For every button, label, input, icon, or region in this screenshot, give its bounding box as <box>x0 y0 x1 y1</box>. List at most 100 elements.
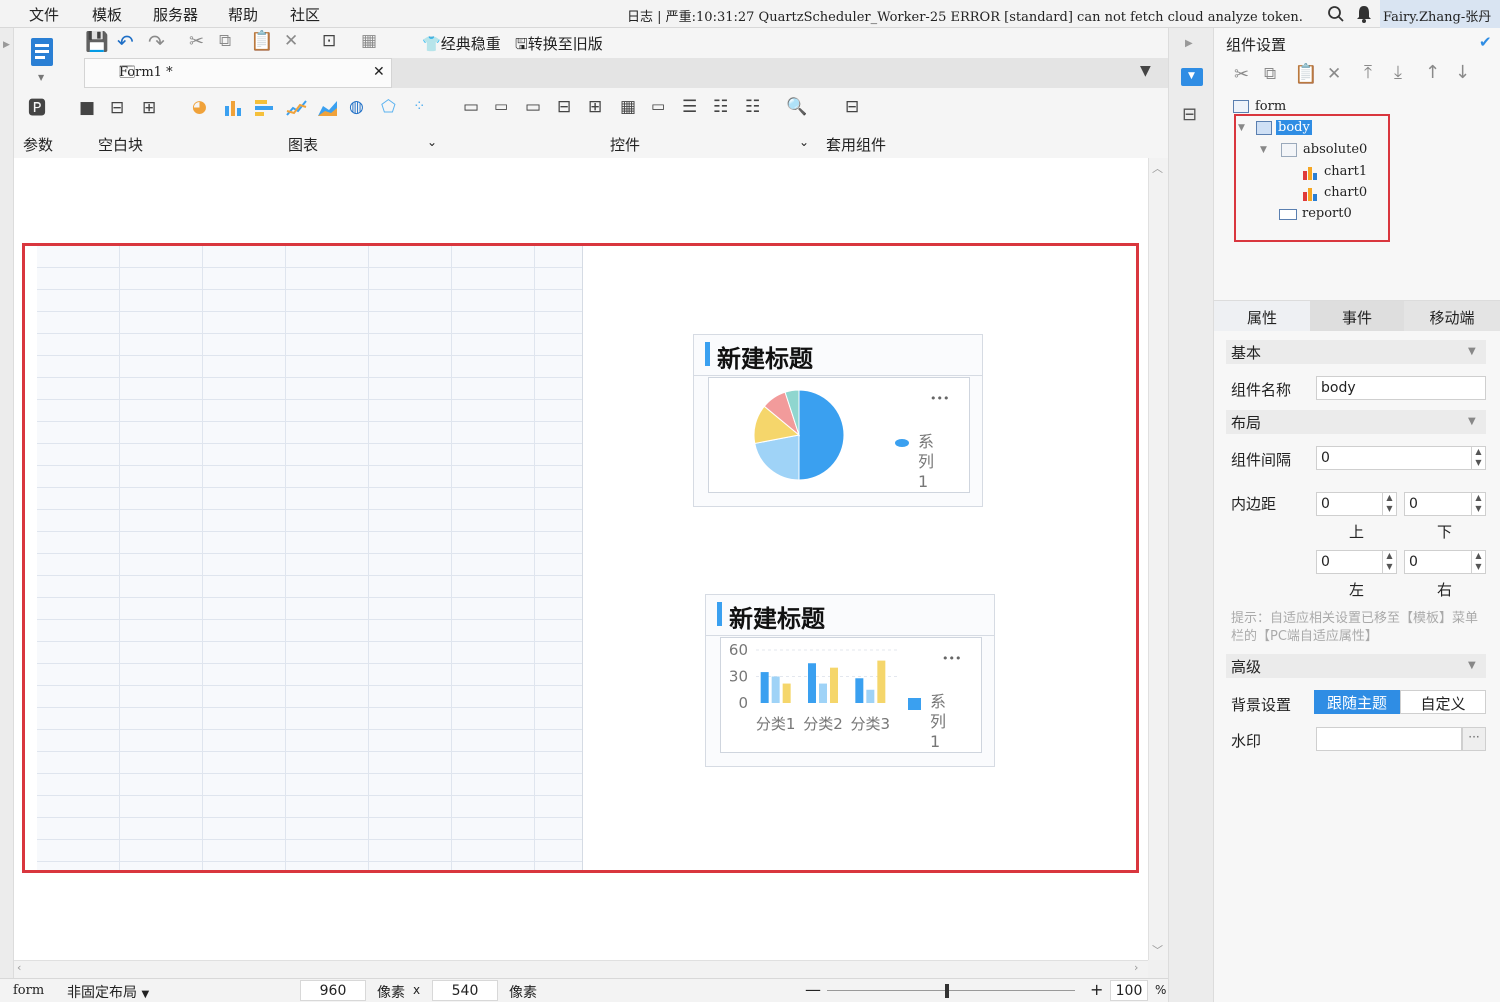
height-input[interactable]: 540 <box>432 980 498 1001</box>
tree-node-absolute0[interactable]: absolute0 <box>1303 142 1367 157</box>
tab-events[interactable]: 事件 <box>1310 301 1404 331</box>
bar-more-icon[interactable]: ••• <box>942 652 961 665</box>
checkbox-group-icon[interactable]: ☷ <box>745 99 760 116</box>
param-widget-icon[interactable]: 🅿 <box>28 100 46 118</box>
textarea-control-icon[interactable]: ☰ <box>682 99 697 116</box>
radio-group-icon[interactable]: ☷ <box>713 99 728 116</box>
tree-cut-icon[interactable]: ✂ <box>1234 66 1249 84</box>
delete-icon[interactable]: ✕ <box>284 33 298 50</box>
pad-right-stepper[interactable]: ▲ ▼ <box>1471 550 1485 574</box>
move-bottom-icon[interactable]: ⤓ <box>1394 64 1402 82</box>
chart-group-expand-icon[interactable]: ⌄ <box>427 135 437 149</box>
section-layout[interactable]: 布局 ▼ <box>1226 410 1486 434</box>
tree-node-chart0[interactable]: chart0 <box>1324 185 1367 200</box>
template-icon[interactable] <box>28 34 58 74</box>
expand-icon[interactable]: ▶ <box>3 40 10 50</box>
menu-file[interactable]: 文件 <box>29 4 59 25</box>
move-down-icon[interactable]: ↓ <box>1455 64 1470 82</box>
text-control-icon[interactable]: ▭ <box>463 99 479 116</box>
tree-node-report0[interactable]: report0 <box>1302 206 1352 221</box>
column-bar-icon[interactable] <box>254 98 276 118</box>
watermark-more-button[interactable]: ··· <box>1462 727 1486 751</box>
scroll-right-icon[interactable]: › <box>1134 961 1138 974</box>
text-box-icon[interactable]: ⊡ <box>322 33 336 50</box>
pad-bottom-input[interactable]: 0 ▲ ▼ <box>1404 492 1486 516</box>
tab-mobile[interactable]: 移动端 <box>1404 301 1500 331</box>
tree-node-body[interactable]: body <box>1276 120 1312 135</box>
number-control-icon[interactable]: ▭ <box>651 99 665 114</box>
bar-chart-icon[interactable] <box>223 98 245 118</box>
save-icon[interactable]: 💾 <box>85 33 109 52</box>
scatter-chart-icon[interactable]: ⁘ <box>413 99 426 114</box>
section-basic[interactable]: 基本 ▼ <box>1226 340 1486 364</box>
tree-node-form[interactable]: form <box>1255 99 1286 114</box>
button-control-icon[interactable]: ▭ <box>525 99 541 116</box>
zoom-slider-track[interactable] <box>827 990 1075 991</box>
horizontal-scrollbar[interactable]: ‹ › <box>14 960 1148 978</box>
line-chart-icon[interactable] <box>286 98 308 118</box>
pad-right-input[interactable]: 0 ▲ ▼ <box>1404 550 1486 574</box>
pad-top-input[interactable]: 0 ▲ ▼ <box>1316 492 1397 516</box>
cut-icon[interactable]: ✂ <box>189 33 204 51</box>
area-chart-icon[interactable] <box>317 98 339 118</box>
menu-server[interactable]: 服务器 <box>153 4 198 25</box>
move-top-icon[interactable]: ⤒ <box>1364 64 1372 82</box>
tree-delete-icon[interactable]: ✕ <box>1327 66 1341 83</box>
log-message[interactable]: 日志 | 严重:10:31:27 QuartzScheduler_Worker-… <box>627 6 1303 25</box>
menu-community[interactable]: 社区 <box>290 4 320 25</box>
scroll-down-icon[interactable]: ﹀ <box>1152 942 1163 958</box>
layout-select[interactable]: 非固定布局 ▼ <box>67 982 149 1002</box>
pad-bottom-stepper[interactable]: ▲ ▼ <box>1471 492 1485 516</box>
blank-block-icon[interactable]: ■ <box>79 100 95 117</box>
left-collapse-strip[interactable]: ▶ <box>0 28 14 1002</box>
radar-chart-icon[interactable]: ⬠ <box>381 99 396 116</box>
menu-help[interactable]: 帮助 <box>228 4 258 25</box>
watermark-input[interactable] <box>1316 727 1462 751</box>
tree-node-chart1[interactable]: chart1 <box>1324 164 1367 179</box>
section-advanced[interactable]: 高级 ▼ <box>1226 654 1486 678</box>
scroll-left-icon[interactable]: ‹ <box>17 961 21 974</box>
pad-top-stepper[interactable]: ▲ ▼ <box>1382 492 1396 516</box>
calendar-control-icon[interactable]: ▦ <box>620 99 636 116</box>
date-control-icon[interactable]: ⊞ <box>588 99 602 116</box>
menu-template[interactable]: 模板 <box>92 4 122 25</box>
width-input[interactable]: 960 <box>300 980 366 1001</box>
zoom-out-icon[interactable]: — <box>805 980 821 999</box>
classic-theme-button[interactable]: 👕经典稳重 <box>422 33 501 54</box>
bg-follow-theme-button[interactable]: 跟随主题 <box>1314 690 1400 714</box>
pie-more-icon[interactable]: ••• <box>930 392 949 405</box>
zoom-in-icon[interactable]: + <box>1090 980 1103 999</box>
tree-expand-absolute-icon[interactable]: ▼ <box>1260 145 1267 155</box>
widget-library-tab-icon[interactable]: ⊟ <box>1182 104 1197 125</box>
dropdown-control-icon[interactable]: ⊟ <box>557 99 571 116</box>
label-control-icon[interactable]: ▭ <box>494 99 508 114</box>
scroll-up-icon[interactable]: ︿ <box>1152 160 1163 176</box>
controls-group-expand-icon[interactable]: ⌄ <box>799 135 809 149</box>
gap-input[interactable]: 0 ▲ ▼ <box>1316 446 1486 470</box>
name-input[interactable]: body <box>1316 376 1486 400</box>
tree-expand-body-icon[interactable]: ▼ <box>1238 123 1245 133</box>
theme-icon[interactable]: ▦ <box>361 33 377 50</box>
report-grid[interactable] <box>37 246 583 870</box>
bell-icon[interactable] <box>1356 5 1372 23</box>
template-dropdown-icon[interactable]: ▼ <box>38 73 44 82</box>
close-tab-icon[interactable]: ✕ <box>373 64 385 80</box>
search-icon[interactable] <box>1327 5 1345 23</box>
component-settings-tab-icon[interactable]: ▼ <box>1181 68 1203 86</box>
pie-chart-icon[interactable]: ◕ <box>192 99 207 116</box>
bg-custom-button[interactable]: 自定义 <box>1400 690 1486 714</box>
copy-icon[interactable]: ⧉ <box>219 33 231 50</box>
vertical-scrollbar[interactable]: ︿ ﹀ <box>1148 158 1168 960</box>
tab-properties[interactable]: 属性 <box>1214 301 1310 331</box>
move-up-icon[interactable]: ↑ <box>1425 64 1440 82</box>
pad-left-input[interactable]: 0 ▲ ▼ <box>1316 550 1397 574</box>
user-name[interactable]: Fairy.Zhang-张丹 <box>1380 0 1500 28</box>
zoom-slider-thumb[interactable] <box>945 984 949 998</box>
undo-icon[interactable]: ↶ <box>117 32 134 52</box>
zoom-input[interactable]: 100 <box>1110 980 1148 1001</box>
tree-paste-icon[interactable]: 📋 <box>1294 65 1318 84</box>
pad-left-stepper[interactable]: ▲ ▼ <box>1382 550 1396 574</box>
paste-icon[interactable]: 📋 <box>250 32 274 51</box>
tab-block-icon[interactable]: ⊞ <box>142 100 156 117</box>
redo-icon[interactable]: ↷ <box>148 32 165 52</box>
